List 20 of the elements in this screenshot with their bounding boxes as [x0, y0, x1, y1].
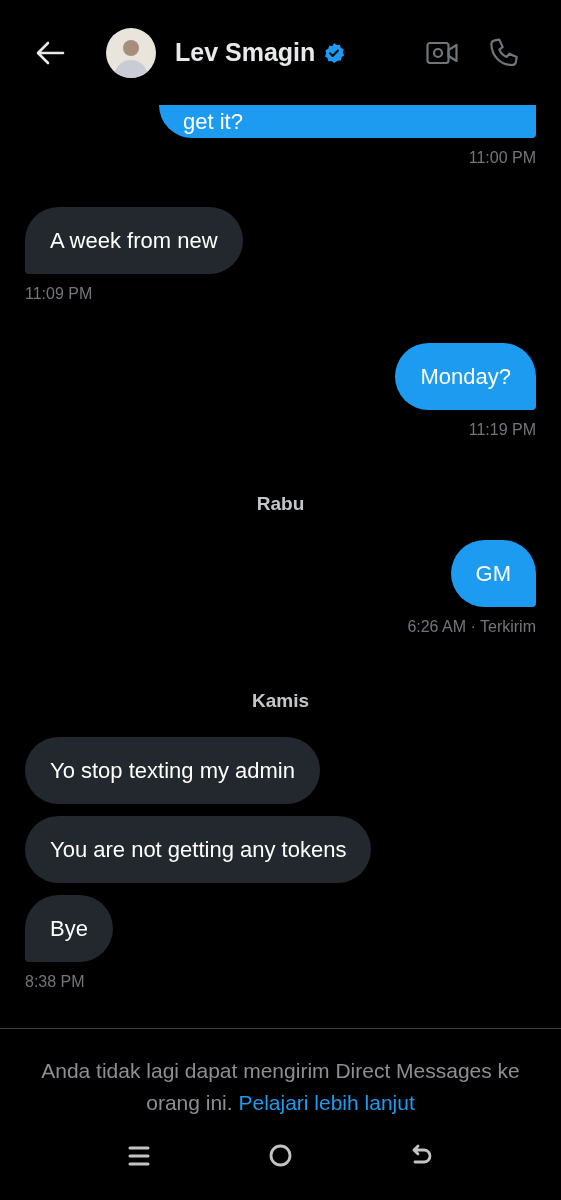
received-message-bubble[interactable]: A week from new: [25, 207, 243, 274]
message-timestamp: 8:38 PM: [24, 972, 86, 992]
avatar[interactable]: [106, 27, 156, 78]
message-timestamp: 11:19 PM: [467, 420, 537, 440]
home-circle-icon[interactable]: [269, 1144, 292, 1167]
received-message-bubble[interactable]: Bye: [25, 895, 113, 962]
learn-more-link[interactable]: Pelajari lebih lanjut: [238, 1091, 415, 1114]
message-timestamp: 11:00 PM: [467, 148, 537, 168]
date-separator: Kamis: [252, 689, 309, 713]
received-message-bubble[interactable]: Yo stop texting my admin: [25, 737, 320, 804]
message-timestamp: 11:09 PM: [24, 284, 94, 304]
phone-icon[interactable]: [488, 36, 520, 69]
date-separator: Rabu: [256, 492, 305, 516]
received-message-bubble[interactable]: You are not getting any tokens: [25, 816, 372, 883]
message-timestamp: 6:26 AM · Terkirim: [406, 617, 537, 637]
video-camera-icon[interactable]: [426, 40, 458, 65]
menu-icon[interactable]: [128, 1144, 150, 1167]
notice-text: Anda tidak lagi dapat mengirim Direct Messages ke orang ini. Pelajari lebih lanjut: [40, 1058, 521, 1116]
back-arrow-icon[interactable]: [36, 40, 65, 65]
contact-name: Lev Smagin: [175, 36, 316, 68]
